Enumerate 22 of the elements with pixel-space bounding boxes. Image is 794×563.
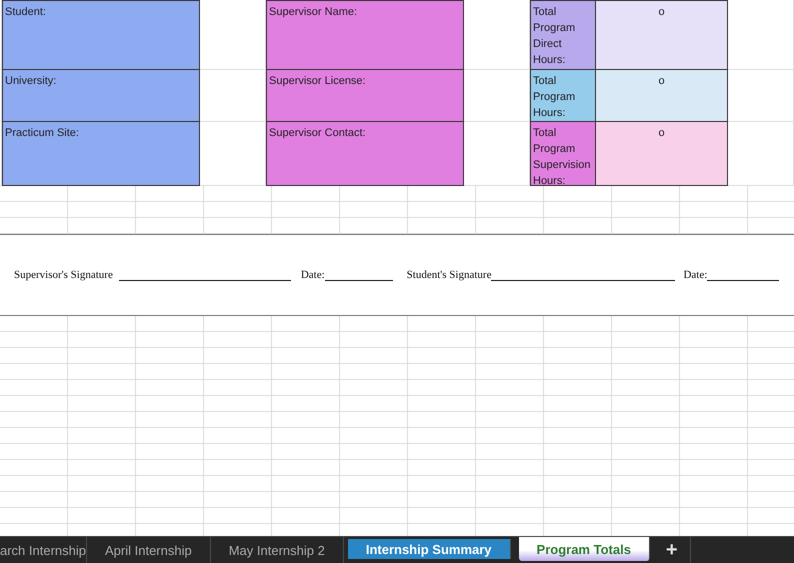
total-label: Total Program Hours:: [530, 70, 596, 122]
total-value: o: [596, 0, 728, 70]
date-label: Date:: [300, 269, 325, 281]
field-label: University:: [2, 70, 200, 122]
sheet-tab[interactable]: Program Totals: [518, 537, 650, 561]
total-label: Total Program Supervision Hours:: [530, 122, 596, 186]
field-label: Supervisor License:: [266, 70, 464, 122]
sheet-tab[interactable]: arch Internship: [0, 537, 87, 563]
total-value: o: [596, 70, 728, 122]
sheet-tab[interactable]: May Internship 2: [210, 537, 344, 563]
sheet-tab[interactable]: Internship Summary: [348, 539, 511, 559]
field-label: Student:: [2, 0, 200, 70]
empty-cell: [728, 0, 794, 70]
field-label: Practicum Site:: [2, 122, 200, 186]
field-label: Supervisor Name:: [266, 0, 464, 70]
signature-label: Student's Signature: [406, 269, 492, 281]
total-value: o: [596, 122, 728, 186]
field-label: Supervisor Contact:: [266, 122, 464, 186]
signature-label: Supervisor's Signature: [14, 269, 113, 281]
date-label: Date:: [683, 269, 708, 281]
add-sheet-button[interactable]: +: [654, 537, 691, 563]
total-label: Total Program Direct Hours:: [530, 0, 596, 70]
